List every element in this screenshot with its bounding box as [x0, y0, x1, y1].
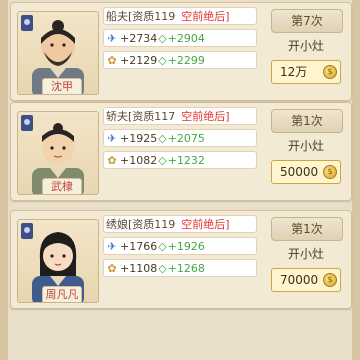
- arrow-icon: ◇: [158, 262, 167, 275]
- price-button[interactable]: 50000 $: [271, 160, 341, 184]
- worker-name: 周凡凡: [42, 286, 82, 302]
- feed-button-label[interactable]: 开小灶: [269, 137, 343, 154]
- arrow-icon: ◇: [158, 132, 167, 145]
- worker-role: 轿夫[资质117: [106, 110, 176, 123]
- worker-title: 轿夫[资质117 空前绝后]: [103, 107, 257, 125]
- price-amount: 70000: [280, 273, 319, 287]
- stat-row-1: ✈ +1766◇+1926: [103, 237, 257, 255]
- count-badge: 第1次: [271, 217, 343, 241]
- worker-card-1: 沈甲 船夫[资质119 空前绝后] ✈ +2734◇+2904 ✿ +2129◇+22…: [10, 2, 352, 101]
- left-border: [0, 0, 8, 360]
- price-amount: 12万: [280, 65, 308, 79]
- count-badge: 第1次: [271, 109, 343, 133]
- price-amount: 50000: [280, 165, 319, 179]
- right-border: [352, 0, 360, 360]
- worker-title: 船夫[资质119 空前绝后]: [103, 7, 257, 25]
- coin-icon: $: [323, 273, 337, 287]
- stat-row-1: ✈ +1925◇+2075: [103, 129, 257, 147]
- worker-role: 船夫[资质119: [106, 10, 176, 23]
- arrow-icon: ◇: [158, 32, 167, 45]
- price-button[interactable]: 12万 $: [271, 60, 341, 84]
- feed-button-label[interactable]: 开小灶: [269, 37, 343, 54]
- speed-icon: ✈: [107, 132, 117, 145]
- rank-ribbon-icon: [21, 115, 33, 131]
- speed-icon: ✈: [107, 240, 117, 253]
- worker-role: 绣娘[资质119: [106, 218, 176, 231]
- worker-rank: 空前绝后]: [181, 218, 230, 231]
- coin-icon: $: [323, 165, 337, 179]
- count-badge: 第7次: [271, 9, 343, 33]
- stat-row-1: ✈ +2734◇+2904: [103, 29, 257, 47]
- speed-icon: ✈: [107, 32, 117, 45]
- worker-name: 沈甲: [42, 78, 82, 94]
- worker-rank: 空前绝后]: [181, 110, 230, 123]
- price-button[interactable]: 70000 $: [271, 268, 341, 292]
- yield-icon: ✿: [107, 154, 117, 167]
- stat-row-2: ✿ +1082◇+1232: [103, 151, 257, 169]
- arrow-icon: ◇: [158, 54, 167, 67]
- arrow-icon: ◇: [158, 240, 167, 253]
- coin-icon: $: [323, 65, 337, 79]
- arrow-icon: ◇: [158, 154, 167, 167]
- worker-title: 绣娘[资质119 空前绝后]: [103, 215, 257, 233]
- stat-row-2: ✿ +1108◇+1268: [103, 259, 257, 277]
- stat-row-2: ✿ +2129◇+2299: [103, 51, 257, 69]
- worker-portrait: 周凡凡: [17, 219, 99, 303]
- worker-card-2: 武棣 轿夫[资质117 空前绝后] ✈ +1925◇+2075 ✿ +1082◇+12…: [10, 102, 352, 201]
- feed-button-label[interactable]: 开小灶: [269, 245, 343, 262]
- worker-portrait: 武棣: [17, 111, 99, 195]
- worker-rank: 空前绝后]: [181, 10, 230, 23]
- rank-ribbon-icon: [21, 223, 33, 239]
- worker-name: 武棣: [42, 178, 82, 194]
- worker-portrait: 沈甲: [17, 11, 99, 95]
- yield-icon: ✿: [107, 54, 117, 67]
- rank-ribbon-icon: [21, 15, 33, 31]
- yield-icon: ✿: [107, 262, 117, 275]
- worker-card-3: 周凡凡 绣娘[资质119 空前绝后] ✈ +1766◇+1926 ✿ +1108◇+1…: [10, 210, 352, 309]
